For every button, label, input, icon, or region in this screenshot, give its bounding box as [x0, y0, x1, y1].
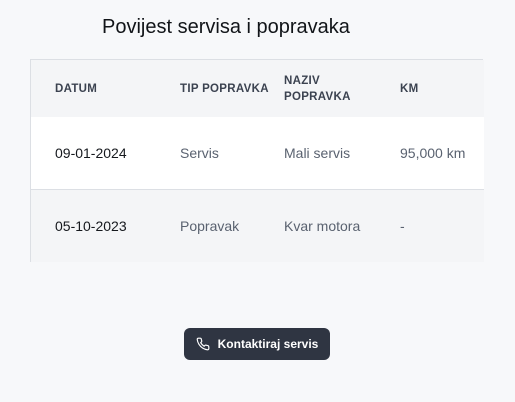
page: Povijest servisa i popravaka DATUM TIP P…	[0, 0, 515, 402]
cell-date: 09-01-2024	[31, 117, 158, 190]
phone-icon	[196, 337, 210, 351]
page-title: Povijest servisa i popravaka	[102, 16, 350, 38]
cell-repair-type: Popravak	[158, 189, 274, 262]
column-header-km: KM	[390, 60, 484, 117]
table-row: 05-10-2023 Popravak Kvar motora -	[31, 189, 484, 262]
service-history-table: DATUM TIP POPRAVKA NAZIV POPRAVKA KM 09-…	[30, 59, 484, 262]
cell-repair-name: Kvar motora	[274, 189, 390, 262]
column-header-repair-type: TIP POPRAVKA	[158, 60, 274, 117]
contact-service-label: Kontaktiraj servis	[217, 337, 319, 351]
table-header-row: DATUM TIP POPRAVKA NAZIV POPRAVKA KM	[31, 60, 484, 117]
cell-repair-type: Servis	[158, 117, 274, 190]
table-row: 09-01-2024 Servis Mali servis 95,000 km	[31, 117, 484, 190]
cell-date: 05-10-2023	[31, 189, 158, 262]
cell-km: -	[390, 189, 484, 262]
column-header-repair-name: NAZIV POPRAVKA	[274, 60, 390, 117]
cell-km: 95,000 km	[390, 117, 484, 190]
column-header-date: DATUM	[31, 60, 158, 117]
cell-repair-name: Mali servis	[274, 117, 390, 190]
contact-service-button[interactable]: Kontaktiraj servis	[184, 328, 330, 360]
